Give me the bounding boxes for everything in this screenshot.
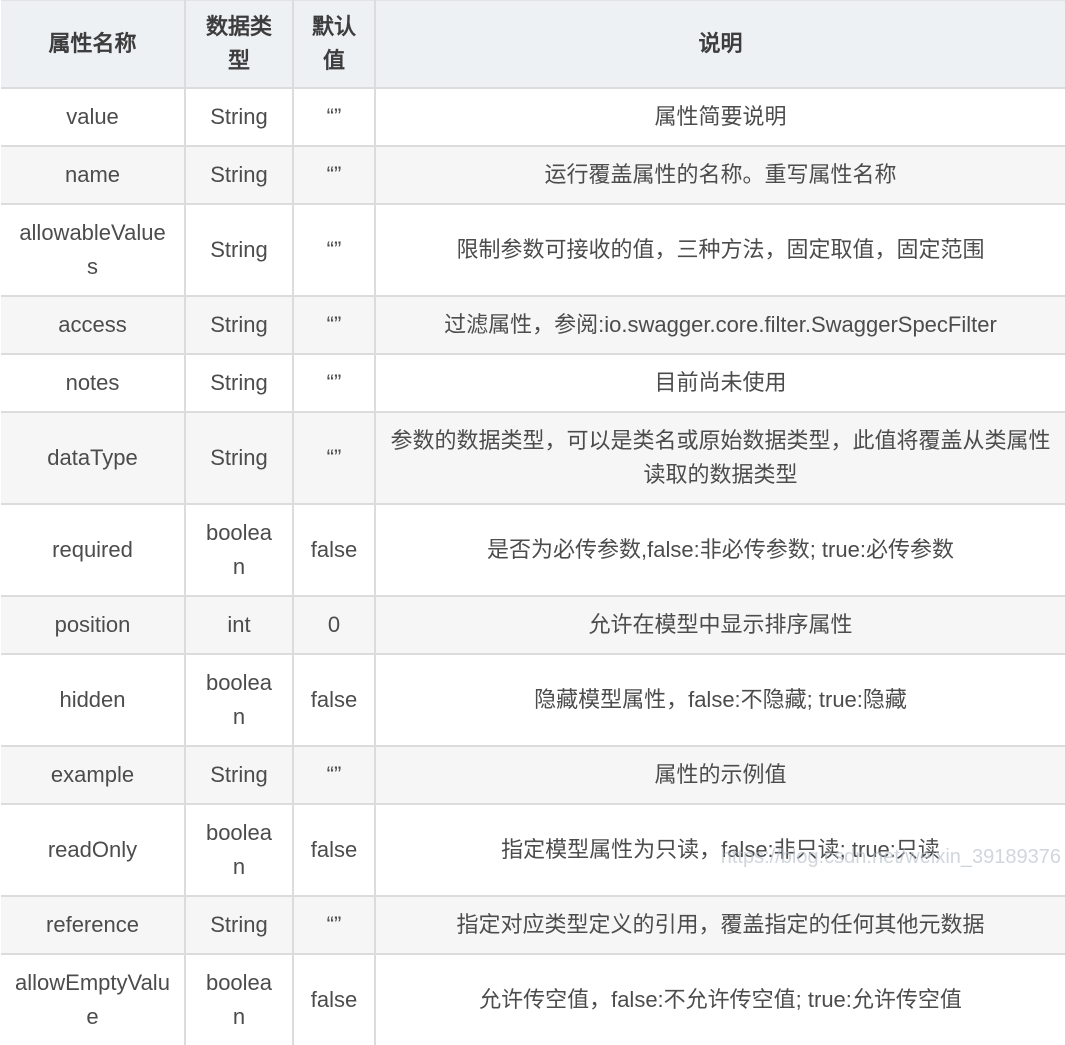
table-body: valueString“”属性简要说明nameString“”运行覆盖属性的名称… — [1, 88, 1065, 1045]
cell-default-value: “” — [293, 204, 375, 296]
cell-data-type: String — [185, 354, 293, 412]
table-row: notesString“”目前尚未使用 — [1, 354, 1065, 412]
cell-default-value: “” — [293, 896, 375, 954]
cell-data-type: boolean — [185, 504, 293, 596]
cell-default-value: “” — [293, 746, 375, 804]
cell-data-type: boolean — [185, 954, 293, 1045]
cell-default-value: false — [293, 804, 375, 896]
cell-data-type: String — [185, 204, 293, 296]
cell-description: 指定模型属性为只读，false:非只读; true:只读 — [375, 804, 1065, 896]
cell-default-value: “” — [293, 412, 375, 504]
table-row: referenceString“”指定对应类型定义的引用，覆盖指定的任何其他元数… — [1, 896, 1065, 954]
cell-description: 参数的数据类型，可以是类名或原始数据类型，此值将覆盖从类属性读取的数据类型 — [375, 412, 1065, 504]
cell-default-value: false — [293, 654, 375, 746]
cell-description: 允许在模型中显示排序属性 — [375, 596, 1065, 654]
cell-default-value: false — [293, 954, 375, 1045]
cell-attribute-name: position — [1, 596, 185, 654]
cell-description: 限制参数可接收的值，三种方法，固定取值，固定范围 — [375, 204, 1065, 296]
cell-default-value: “” — [293, 354, 375, 412]
cell-data-type: String — [185, 296, 293, 354]
cell-data-type: boolean — [185, 654, 293, 746]
table-row: dataTypeString“”参数的数据类型，可以是类名或原始数据类型，此值将… — [1, 412, 1065, 504]
attributes-table: 属性名称 数据类型 默认值 说明 valueString“”属性简要说明name… — [1, 0, 1065, 1045]
cell-attribute-name: hidden — [1, 654, 185, 746]
cell-attribute-name: allowableValues — [1, 204, 185, 296]
cell-description: 属性的示例值 — [375, 746, 1065, 804]
cell-description: 目前尚未使用 — [375, 354, 1065, 412]
column-header-description: 说明 — [375, 1, 1065, 89]
table-row: exampleString“”属性的示例值 — [1, 746, 1065, 804]
table-row: readOnlybooleanfalse指定模型属性为只读，false:非只读;… — [1, 804, 1065, 896]
cell-attribute-name: value — [1, 88, 185, 146]
table-row: nameString“”运行覆盖属性的名称。重写属性名称 — [1, 146, 1065, 204]
table-row: accessString“”过滤属性，参阅:io.swagger.core.fi… — [1, 296, 1065, 354]
column-header-data-type: 数据类型 — [185, 1, 293, 89]
cell-default-value: “” — [293, 296, 375, 354]
cell-description: 属性简要说明 — [375, 88, 1065, 146]
cell-attribute-name: access — [1, 296, 185, 354]
table-row: hiddenbooleanfalse隐藏模型属性，false:不隐藏; true… — [1, 654, 1065, 746]
cell-data-type: boolean — [185, 804, 293, 896]
cell-default-value: false — [293, 504, 375, 596]
cell-data-type: int — [185, 596, 293, 654]
cell-description: 运行覆盖属性的名称。重写属性名称 — [375, 146, 1065, 204]
table-row: allowableValuesString“”限制参数可接收的值，三种方法，固定… — [1, 204, 1065, 296]
table-row: valueString“”属性简要说明 — [1, 88, 1065, 146]
cell-data-type: String — [185, 746, 293, 804]
column-header-default-value: 默认值 — [293, 1, 375, 89]
cell-attribute-name: allowEmptyValue — [1, 954, 185, 1045]
cell-attribute-name: notes — [1, 354, 185, 412]
cell-default-value: “” — [293, 88, 375, 146]
cell-attribute-name: example — [1, 746, 185, 804]
cell-description: 指定对应类型定义的引用，覆盖指定的任何其他元数据 — [375, 896, 1065, 954]
table-row: allowEmptyValuebooleanfalse允许传空值，false:不… — [1, 954, 1065, 1045]
cell-attribute-name: readOnly — [1, 804, 185, 896]
cell-attribute-name: dataType — [1, 412, 185, 504]
cell-description: 过滤属性，参阅:io.swagger.core.filter.SwaggerSp… — [375, 296, 1065, 354]
cell-attribute-name: reference — [1, 896, 185, 954]
cell-data-type: String — [185, 896, 293, 954]
cell-description: 隐藏模型属性，false:不隐藏; true:隐藏 — [375, 654, 1065, 746]
cell-attribute-name: name — [1, 146, 185, 204]
cell-data-type: String — [185, 146, 293, 204]
table-header-row: 属性名称 数据类型 默认值 说明 — [1, 1, 1065, 89]
cell-attribute-name: required — [1, 504, 185, 596]
cell-description: 允许传空值，false:不允许传空值; true:允许传空值 — [375, 954, 1065, 1045]
cell-default-value: “” — [293, 146, 375, 204]
cell-description: 是否为必传参数,false:非必传参数; true:必传参数 — [375, 504, 1065, 596]
cell-data-type: String — [185, 412, 293, 504]
table-row: requiredbooleanfalse是否为必传参数,false:非必传参数;… — [1, 504, 1065, 596]
table-row: positionint0允许在模型中显示排序属性 — [1, 596, 1065, 654]
column-header-attribute-name: 属性名称 — [1, 1, 185, 89]
cell-default-value: 0 — [293, 596, 375, 654]
cell-data-type: String — [185, 88, 293, 146]
